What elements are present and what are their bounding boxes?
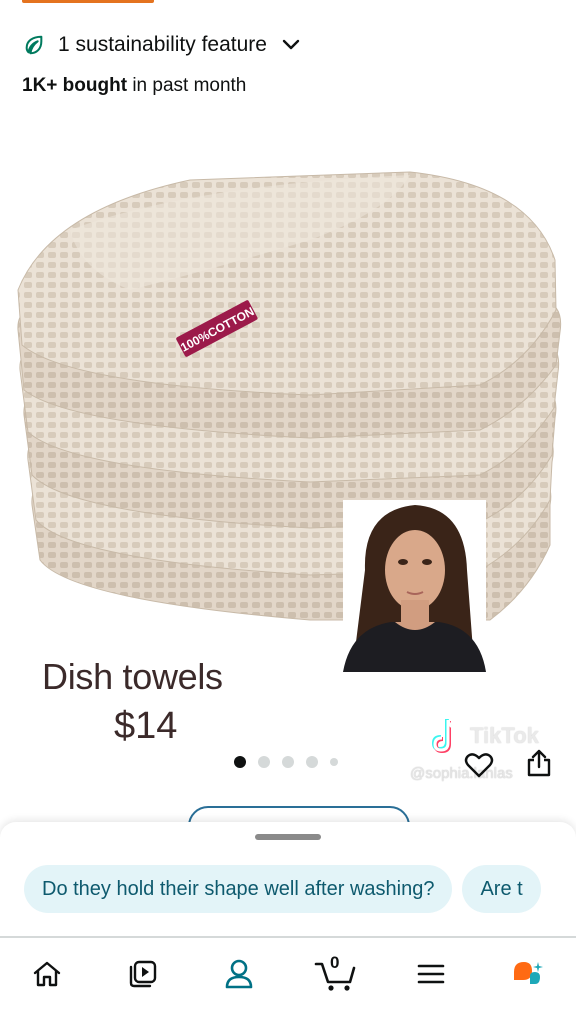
video-title-overlay: Dish towels <box>42 656 223 697</box>
bought-suffix: in past month <box>132 75 247 96</box>
suggestion-chip[interactable]: Do they hold their shape well after wash… <box>24 865 453 913</box>
video-price-overlay: $14 <box>114 705 178 747</box>
heart-icon[interactable] <box>462 748 496 782</box>
suggestion-chips: Do they hold their shape well after wash… <box>24 865 541 913</box>
purchase-count: 1K+ bought in past month <box>22 75 246 97</box>
sustainability-label: 1 sustainability feature <box>58 33 267 56</box>
tiktok-icon <box>430 717 464 755</box>
bottom-navigation: 0 <box>0 936 576 1024</box>
image-carousel-dots[interactable] <box>234 756 338 768</box>
presenter-video[interactable] <box>343 500 486 672</box>
home-icon[interactable] <box>25 952 69 996</box>
video-icon[interactable] <box>121 952 165 996</box>
bought-count: 1K+ bought <box>22 75 128 96</box>
share-icon[interactable] <box>522 746 556 780</box>
carousel-dot[interactable] <box>282 756 294 768</box>
account-icon[interactable] <box>217 952 261 996</box>
carousel-dot[interactable] <box>258 756 270 768</box>
menu-icon[interactable] <box>409 952 453 996</box>
leaf-icon <box>22 33 46 57</box>
rufus-icon[interactable] <box>506 952 550 996</box>
top-accent-bar <box>22 0 154 3</box>
suggestion-sheet: Do they hold their shape well after wash… <box>0 822 576 942</box>
cart-count-badge: 0 <box>330 953 340 972</box>
carousel-dot[interactable] <box>234 756 246 768</box>
sustainability-feature-row[interactable]: 1 sustainability feature <box>22 30 301 60</box>
carousel-dot[interactable] <box>330 758 338 766</box>
chevron-down-icon[interactable] <box>281 35 301 55</box>
sheet-drag-handle[interactable] <box>255 834 321 840</box>
cart-icon[interactable]: 0 <box>312 952 360 996</box>
suggestion-chip[interactable]: Are t <box>462 865 541 913</box>
carousel-dot[interactable] <box>306 756 318 768</box>
